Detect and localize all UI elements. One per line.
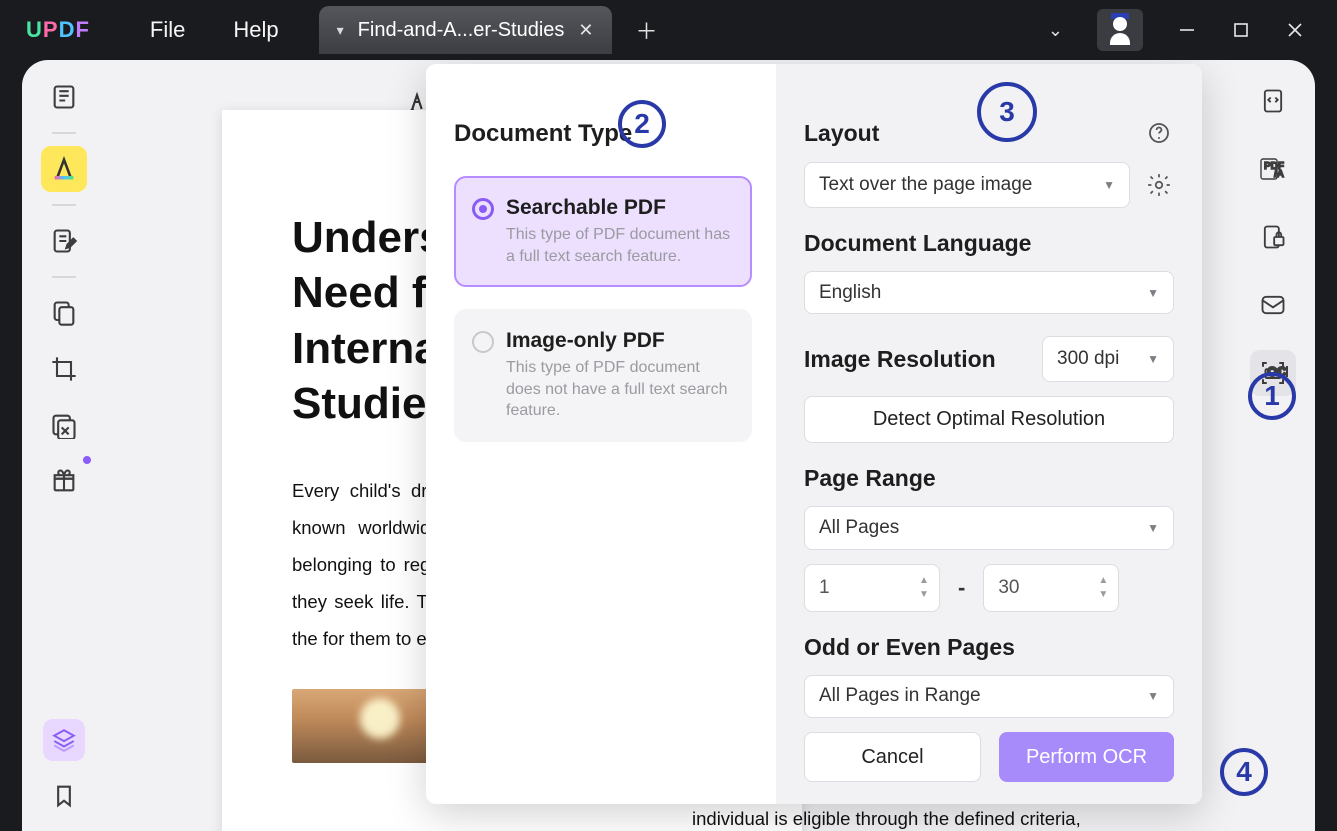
page-to-value: 30 [998,577,1019,599]
account-avatar[interactable] [1097,9,1143,51]
window-maximize-button[interactable] [1231,20,1251,40]
document-type-heading: Document Type [454,120,752,148]
page-from-value: 1 [819,577,830,599]
app-logo: UPDF [26,17,90,43]
tab-dropdown-icon[interactable]: ▾ [337,22,344,39]
chevron-down-icon: ▼ [1103,178,1115,192]
ocr-panel: Document Type Searchable PDF This type o… [426,64,1202,804]
tab-title: Find-and-A...er-Studies [358,19,565,42]
chevron-down-icon: ▼ [1147,286,1159,300]
language-label: Document Language [804,230,1174,257]
protect-tool[interactable] [1250,214,1296,260]
doctype-imageonly-title: Image-only PDF [506,329,732,353]
annotation-2: 2 [618,100,666,148]
perform-ocr-button[interactable]: Perform OCR [999,732,1174,782]
annotate-tool[interactable] [41,146,87,192]
settings-icon[interactable] [1144,170,1174,200]
resolution-label: Image Resolution [804,346,996,373]
annotation-3: 3 [977,82,1037,142]
gift-tool[interactable] [41,458,87,504]
convert-tool[interactable] [1250,78,1296,124]
odd-even-label: Odd or Even Pages [804,634,1174,661]
layers-tool[interactable] [43,719,85,761]
toolbar-separator [52,204,76,206]
range-dash: - [958,575,965,601]
page-text-fragment: individual is eligible through the defin… [692,808,1112,830]
left-toolbar [22,60,106,831]
window-menu-chevron-icon[interactable]: ⌄ [1048,20,1063,41]
bookmark-tool[interactable] [41,773,87,819]
help-icon[interactable] [1144,118,1174,148]
odd-even-value: All Pages in Range [819,685,981,707]
doctype-searchable-title: Searchable PDF [506,196,732,220]
step-up-icon[interactable]: ▲ [915,576,933,586]
chevron-down-icon: ▼ [1147,521,1159,535]
organize-tool[interactable] [41,290,87,336]
title-bar: UPDF File Help ▾ Find-and-A...er-Studies… [0,0,1337,60]
right-toolbar: PDF/A OCR [1231,60,1315,831]
pdfa-tool[interactable]: PDF/A [1250,146,1296,192]
layout-label: Layout [804,120,879,147]
reader-tool[interactable] [41,74,87,120]
page-range-label: Page Range [804,465,1174,492]
window-minimize-button[interactable] [1177,20,1197,40]
radio-unselected-icon [472,331,494,353]
step-down-icon[interactable]: ▼ [1094,590,1112,600]
doctype-imageonly-option[interactable]: Image-only PDF This type of PDF document… [454,309,752,442]
window-close-button[interactable] [1285,20,1305,40]
page-range-select[interactable]: All Pages ▼ [804,506,1174,549]
doctype-searchable-sub: This type of PDF document has a full tex… [506,224,732,267]
chevron-down-icon: ▼ [1147,689,1159,703]
step-down-icon[interactable]: ▼ [915,590,933,600]
radio-selected-icon [472,198,494,220]
edit-tool[interactable] [41,218,87,264]
document-tab[interactable]: ▾ Find-and-A...er-Studies ✕ [319,6,612,54]
page-from-input[interactable]: 1 ▲ ▼ [804,564,940,612]
workspace: PDF/A OCR Understanding the Need for Int… [22,60,1315,831]
annotation-1: 1 [1248,372,1296,420]
doctype-imageonly-sub: This type of PDF document does not have … [506,357,732,422]
tab-close-icon[interactable]: ✕ [578,20,593,41]
new-tab-button[interactable]: ＋ [636,14,658,46]
chevron-down-icon: ▼ [1147,352,1159,366]
language-value: English [819,282,881,304]
page-range-value: All Pages [819,517,899,539]
svg-text:/A: /A [1274,169,1284,180]
share-tool[interactable] [1250,282,1296,328]
step-up-icon[interactable]: ▲ [1094,576,1112,586]
toolbar-separator [52,132,76,134]
cancel-button[interactable]: Cancel [804,732,981,782]
crop-tool[interactable] [41,346,87,392]
toolbar-separator [52,276,76,278]
layout-value: Text over the page image [819,174,1032,196]
menu-file[interactable]: File [150,17,185,43]
annotation-4: 4 [1220,748,1268,796]
detect-resolution-button[interactable]: Detect Optimal Resolution [804,396,1174,443]
layout-select[interactable]: Text over the page image ▼ [804,162,1130,208]
doctype-searchable-option[interactable]: Searchable PDF This type of PDF document… [454,176,752,287]
language-select[interactable]: English ▼ [804,271,1174,314]
resolution-select[interactable]: 300 dpi ▼ [1042,336,1174,382]
odd-even-select[interactable]: All Pages in Range ▼ [804,675,1174,718]
page-to-input[interactable]: 30 ▲ ▼ [983,564,1119,612]
notification-dot-icon [83,456,91,464]
resolution-value: 300 dpi [1057,348,1119,370]
menu-help[interactable]: Help [233,17,278,43]
redact-tool[interactable] [41,402,87,448]
